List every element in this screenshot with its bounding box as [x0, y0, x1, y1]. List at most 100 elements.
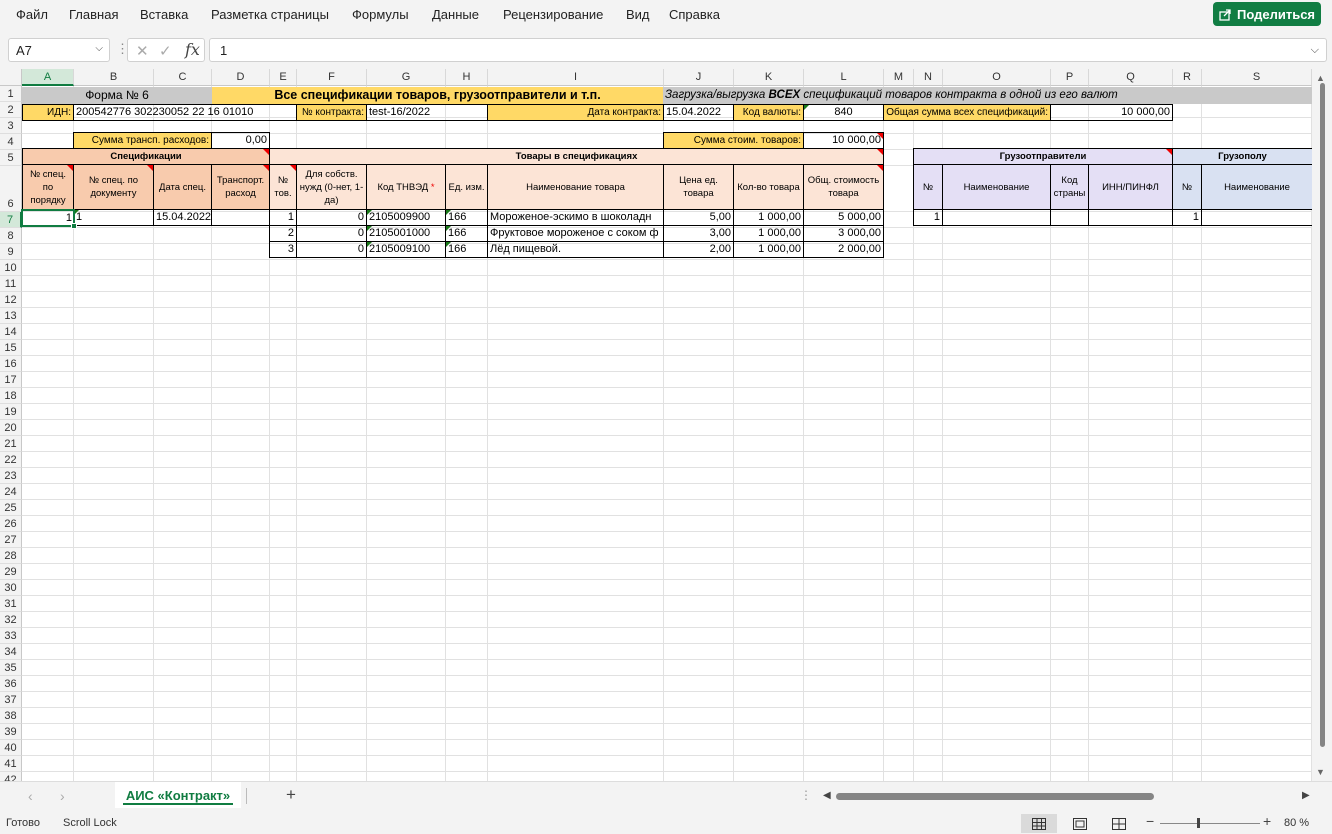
- goods-no-cell[interactable]: 3: [269, 241, 297, 258]
- cancel-icon[interactable]: ✕: [136, 42, 149, 60]
- row-header-18[interactable]: 18: [0, 388, 22, 404]
- goods-name-cell[interactable]: Лёд пищевой.: [487, 241, 664, 258]
- zoom-slider-thumb[interactable]: [1197, 818, 1200, 828]
- goods-sum-label[interactable]: Сумма стоим. товаров:: [663, 132, 804, 149]
- prev-sheet-icon[interactable]: ‹: [28, 788, 33, 804]
- column-header-m[interactable]: M: [884, 69, 914, 86]
- row-header-14[interactable]: 14: [0, 324, 22, 340]
- row-header-15[interactable]: 15: [0, 340, 22, 356]
- row-header-25[interactable]: 25: [0, 500, 22, 516]
- column-header-j[interactable]: J: [664, 69, 734, 86]
- row-header-10[interactable]: 10: [0, 260, 22, 276]
- vertical-scrollbar[interactable]: ▲ ▼: [1312, 69, 1332, 781]
- header-country-code[interactable]: Код страны: [1050, 164, 1089, 210]
- row-header-9[interactable]: 9: [0, 244, 22, 260]
- menu-insert[interactable]: Вставка: [140, 7, 188, 22]
- header-shipper-no[interactable]: №: [913, 164, 943, 210]
- spec-date-cell[interactable]: 15.04.2022: [153, 209, 212, 226]
- confirm-icon[interactable]: ✓: [159, 42, 172, 60]
- goods-price-cell[interactable]: 3,00: [663, 225, 734, 242]
- column-header-l[interactable]: L: [804, 69, 884, 86]
- goods-price-cell[interactable]: 5,00: [663, 209, 734, 226]
- goods-name-cell[interactable]: Фруктовое мороженое с соком ф: [487, 225, 664, 242]
- row-header-4[interactable]: 4: [0, 134, 22, 150]
- chevron-down-icon[interactable]: ⌵: [95, 43, 103, 54]
- goods-total-cell[interactable]: 5 000,00: [803, 209, 884, 226]
- scroll-left-icon[interactable]: ◀: [823, 790, 831, 801]
- resize-handle-icon[interactable]: ⋮: [800, 788, 812, 802]
- row-header-19[interactable]: 19: [0, 404, 22, 420]
- shipper-name-cell[interactable]: [942, 209, 1051, 226]
- page-break-view-button[interactable]: [1101, 814, 1137, 833]
- row-header-7[interactable]: 7: [0, 212, 22, 228]
- shipper-inn-cell[interactable]: [1088, 209, 1173, 226]
- goods-own-cell[interactable]: 0: [296, 209, 367, 226]
- row-header-39[interactable]: 39: [0, 724, 22, 740]
- row-header-40[interactable]: 40: [0, 740, 22, 756]
- column-header-k[interactable]: K: [734, 69, 804, 86]
- goods-code-cell[interactable]: 2105009100: [366, 241, 446, 258]
- row-header-12[interactable]: 12: [0, 292, 22, 308]
- vertical-scroll-thumb[interactable]: [1320, 83, 1325, 747]
- header-shipper-name[interactable]: Наименование: [942, 164, 1051, 210]
- goods-no-cell[interactable]: 2: [269, 225, 297, 242]
- menu-data[interactable]: Данные: [432, 7, 479, 22]
- insert-function-icon[interactable]: fx: [185, 40, 200, 59]
- row-header-1[interactable]: 1: [0, 86, 22, 102]
- page-layout-view-button[interactable]: [1062, 814, 1098, 833]
- fill-handle[interactable]: [71, 223, 77, 229]
- consignee-no-cell[interactable]: 1: [1172, 209, 1202, 226]
- menu-view[interactable]: Вид: [626, 7, 650, 22]
- row-header-38[interactable]: 38: [0, 708, 22, 724]
- header-hs-code[interactable]: Код ТНВЭД *: [366, 164, 446, 210]
- row-header-41[interactable]: 41: [0, 756, 22, 772]
- row-header-23[interactable]: 23: [0, 468, 22, 484]
- total-all-value[interactable]: 10 000,00: [1050, 104, 1173, 121]
- sheet-tab-active[interactable]: АИС «Контракт»: [115, 782, 241, 808]
- row-header-31[interactable]: 31: [0, 596, 22, 612]
- goods-code-cell[interactable]: 2105001000: [366, 225, 446, 242]
- goods-own-cell[interactable]: 0: [296, 225, 367, 242]
- contract-date-value[interactable]: 15.04.2022: [663, 104, 734, 121]
- goods-price-cell[interactable]: 2,00: [663, 241, 734, 258]
- currency-label[interactable]: Код валюты:: [733, 104, 804, 121]
- column-header-f[interactable]: F: [297, 69, 367, 86]
- row-header-6[interactable]: 6: [0, 166, 22, 212]
- goods-own-cell[interactable]: 0: [296, 241, 367, 258]
- header-consignee-name[interactable]: Наименование: [1201, 164, 1312, 210]
- row-header-17[interactable]: 17: [0, 372, 22, 388]
- header-price[interactable]: Цена ед. товара: [663, 164, 734, 210]
- header-spec-doc[interactable]: № спец. по документу: [73, 164, 154, 210]
- column-header-q[interactable]: Q: [1089, 69, 1173, 86]
- scroll-up-icon[interactable]: ▲: [1316, 73, 1325, 83]
- shipper-country-cell[interactable]: [1050, 209, 1089, 226]
- currency-value[interactable]: 840: [803, 104, 884, 121]
- header-unit[interactable]: Ед. изм.: [445, 164, 488, 210]
- row-header-2[interactable]: 2: [0, 102, 22, 118]
- column-header-b[interactable]: B: [74, 69, 154, 86]
- spec-doc-cell[interactable]: 1: [73, 209, 154, 226]
- goods-code-cell[interactable]: 2105009900: [366, 209, 446, 226]
- menu-help[interactable]: Справка: [669, 7, 720, 22]
- row-header-22[interactable]: 22: [0, 452, 22, 468]
- expand-icon[interactable]: ⌵: [1311, 44, 1319, 57]
- zoom-slider[interactable]: [1160, 823, 1260, 824]
- column-header-p[interactable]: P: [1051, 69, 1089, 86]
- row-header-21[interactable]: 21: [0, 436, 22, 452]
- zoom-level[interactable]: 80 %: [1284, 817, 1309, 829]
- goods-sum-value[interactable]: 10 000,00: [803, 132, 884, 149]
- row-header-34[interactable]: 34: [0, 644, 22, 660]
- row-header-36[interactable]: 36: [0, 676, 22, 692]
- menu-home[interactable]: Главная: [69, 7, 118, 22]
- row-header-32[interactable]: 32: [0, 612, 22, 628]
- shipper-no-cell[interactable]: 1: [913, 209, 943, 226]
- contract-date-label[interactable]: Дата контракта:: [487, 104, 664, 121]
- goods-unit-cell[interactable]: 166: [445, 225, 488, 242]
- section-consignees[interactable]: Грузополу: [1172, 148, 1312, 165]
- form-title[interactable]: Форма № 6: [22, 87, 212, 104]
- spec-order-cell[interactable]: 1: [22, 210, 74, 226]
- row-header-27[interactable]: 27: [0, 532, 22, 548]
- row-header-24[interactable]: 24: [0, 484, 22, 500]
- column-header-c[interactable]: C: [154, 69, 212, 86]
- scroll-right-icon[interactable]: ▶: [1302, 790, 1310, 801]
